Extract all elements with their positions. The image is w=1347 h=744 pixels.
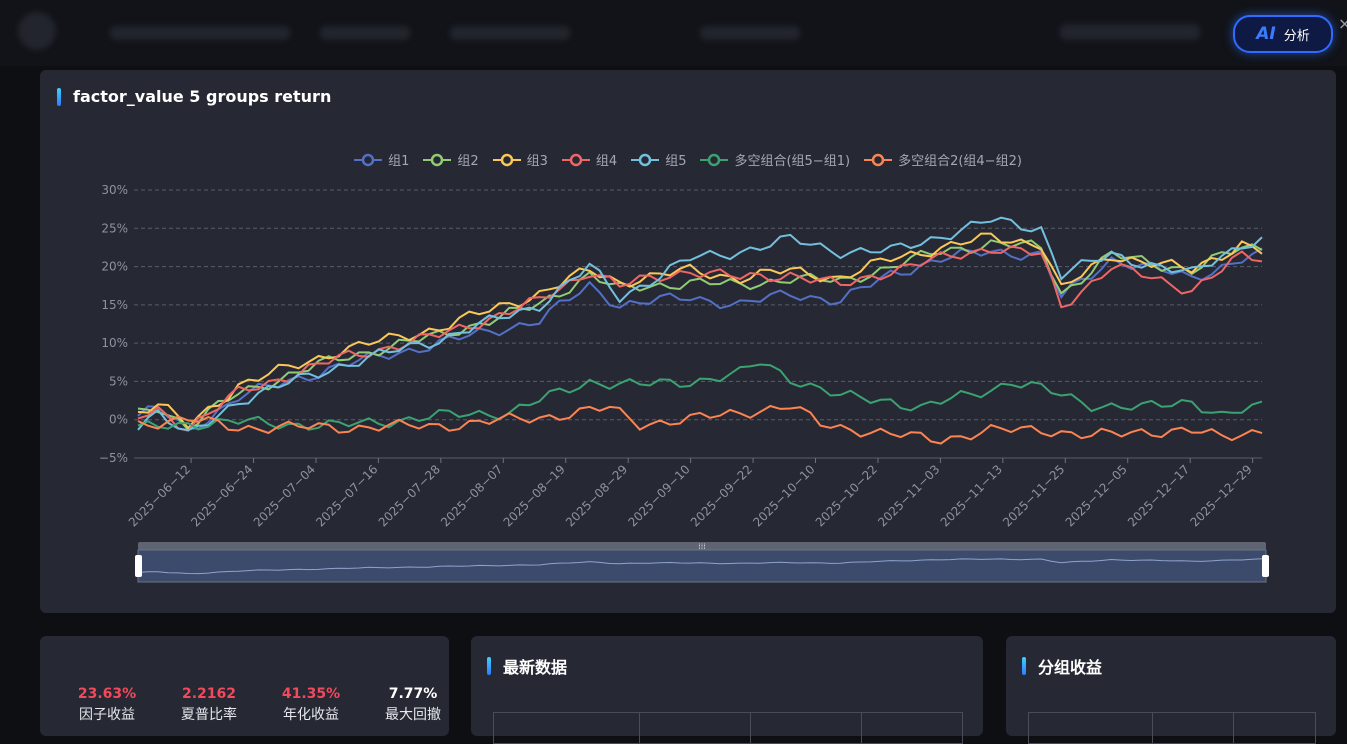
y-tick-label: 20% [101,260,128,274]
latest-data-title: 最新数据 [487,654,567,678]
zoom-slider-window[interactable] [137,549,1267,583]
series-line [137,232,1263,430]
series-line [137,239,1263,432]
stat-value: 7.77% [388,686,438,702]
title-accent-bar [487,657,491,675]
logo-icon [18,12,56,50]
x-tick-label: 2025−07−28 [376,462,443,529]
ai-analysis-button[interactable]: AI 分析 [1233,15,1333,53]
x-tick-label: 2025−10−22 [813,462,880,529]
zoom-handle-right[interactable] [1262,555,1269,577]
x-tick-label: 2025−08−07 [438,462,505,529]
nav-item [450,26,570,40]
y-tick-label: 5% [109,374,128,388]
x-tick-label: 2025−09−22 [688,462,755,529]
stat-label: 最大回撤 [385,707,441,723]
x-tick-label: 2025−06−24 [188,462,255,529]
x-tick-label: 2025−12−05 [1063,462,1130,529]
x-tick-label: 2025−09−10 [625,462,692,529]
stat-item: 7.77% 最大回撤 [362,686,464,724]
x-tick-label: 2025−11−03 [875,462,942,529]
y-tick-label: 30% [101,183,128,197]
group-return-table [1028,712,1316,744]
stat-item: 41.35% 年化收益 [260,686,362,724]
nav-item [700,26,800,40]
group-return-panel: 分组收益 [1006,636,1336,744]
x-tick-label: 2025−06−12 [126,462,193,529]
series-line [137,247,1263,430]
table-header-cell [494,713,640,743]
table-header-cell [640,713,751,743]
y-tick-label: 10% [101,336,128,350]
ai-logo-icon: AI [1256,24,1276,44]
background-navbar [0,0,1347,66]
stat-label: 年化收益 [283,707,339,723]
nav-item [320,26,410,40]
latest-data-panel: 最新数据 [471,636,983,744]
group-return-title-text: 分组收益 [1038,658,1103,677]
stat-item: 23.63% 因子收益 [56,686,158,724]
table-header-cell [751,713,862,743]
group-return-title: 分组收益 [1022,654,1102,678]
x-tick-label: 2025−11−25 [1000,462,1067,529]
x-tick-label: 2025−12−17 [1125,462,1192,529]
stat-label: 因子收益 [79,707,135,723]
y-tick-label: 15% [101,298,128,312]
close-icon[interactable]: × [1338,14,1347,33]
x-tick-label: 2025−11−13 [938,462,1005,529]
stat-value: 2.2162 [181,686,237,702]
x-tick-label: 2025−07−16 [313,462,380,529]
stat-label: 夏普比率 [181,707,237,723]
chart-panel: factor_value 5 groups return 组1 组2 组3 组4 组5 多… [40,70,1336,613]
title-accent-bar [1022,657,1026,675]
series-line [137,404,1263,445]
nav-item [110,26,290,40]
x-tick-label: 2025−10−10 [750,462,817,529]
y-tick-label: 0% [109,413,128,427]
latest-data-title-text: 最新数据 [503,658,568,677]
latest-data-table [493,712,963,744]
ai-analysis-label: 分析 [1283,28,1310,44]
stat-item: 2.2162 夏普比率 [158,686,260,724]
table-header-cell [1153,713,1234,743]
y-tick-label: −5% [99,451,128,465]
line-chart: 30% 25% 20% 15% 10% 5% 0% −5% 2025−06−122025−06… [99,183,1269,583]
data-zoom-slider[interactable]: ⁞⁞⁞ [135,542,1269,583]
y-tick-label: 25% [101,221,128,235]
table-header-cell [1029,713,1153,743]
x-tick-label: 2025−08−29 [563,462,630,529]
stat-value: 23.63% [77,686,137,702]
stats-panel: 23.63% 因子收益 2.2162 夏普比率 41.35% 年化收益 7.77% 最大回撤 [40,636,449,736]
stats-row: 23.63% 因子收益 2.2162 夏普比率 41.35% 年化收益 7.77% 最大回撤 [56,686,464,724]
stat-value: 41.35% [281,686,341,702]
series-line [137,216,1263,432]
x-tick-label: 2025−08−19 [501,462,568,529]
nav-item [1060,24,1200,40]
x-tick-label: 2025−12−29 [1187,462,1254,529]
zoom-handle-left[interactable] [135,555,142,577]
x-tick-label: 2025−07−04 [251,462,318,529]
